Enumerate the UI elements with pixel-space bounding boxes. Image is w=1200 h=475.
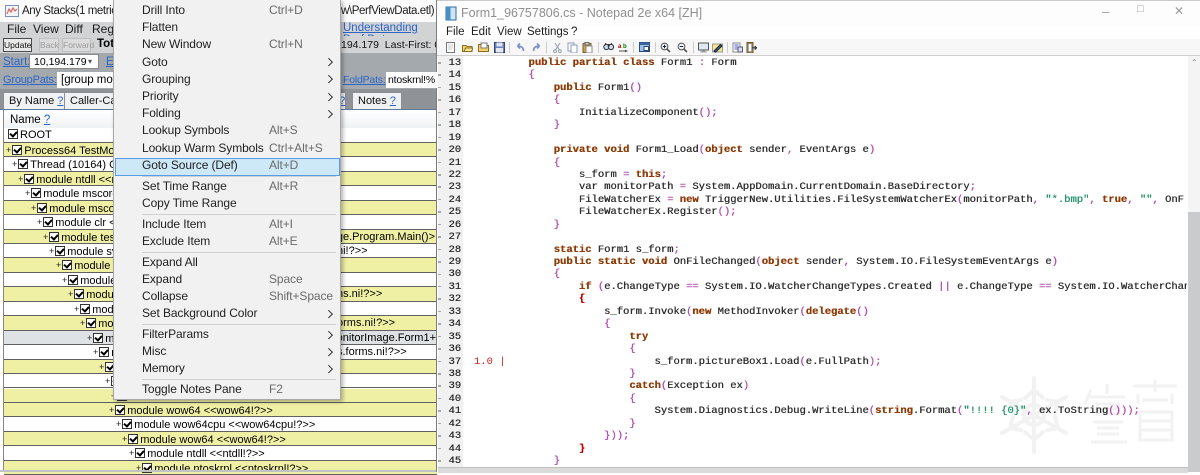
svg-text:a: a	[618, 44, 622, 50]
svg-text:b: b	[623, 44, 627, 50]
